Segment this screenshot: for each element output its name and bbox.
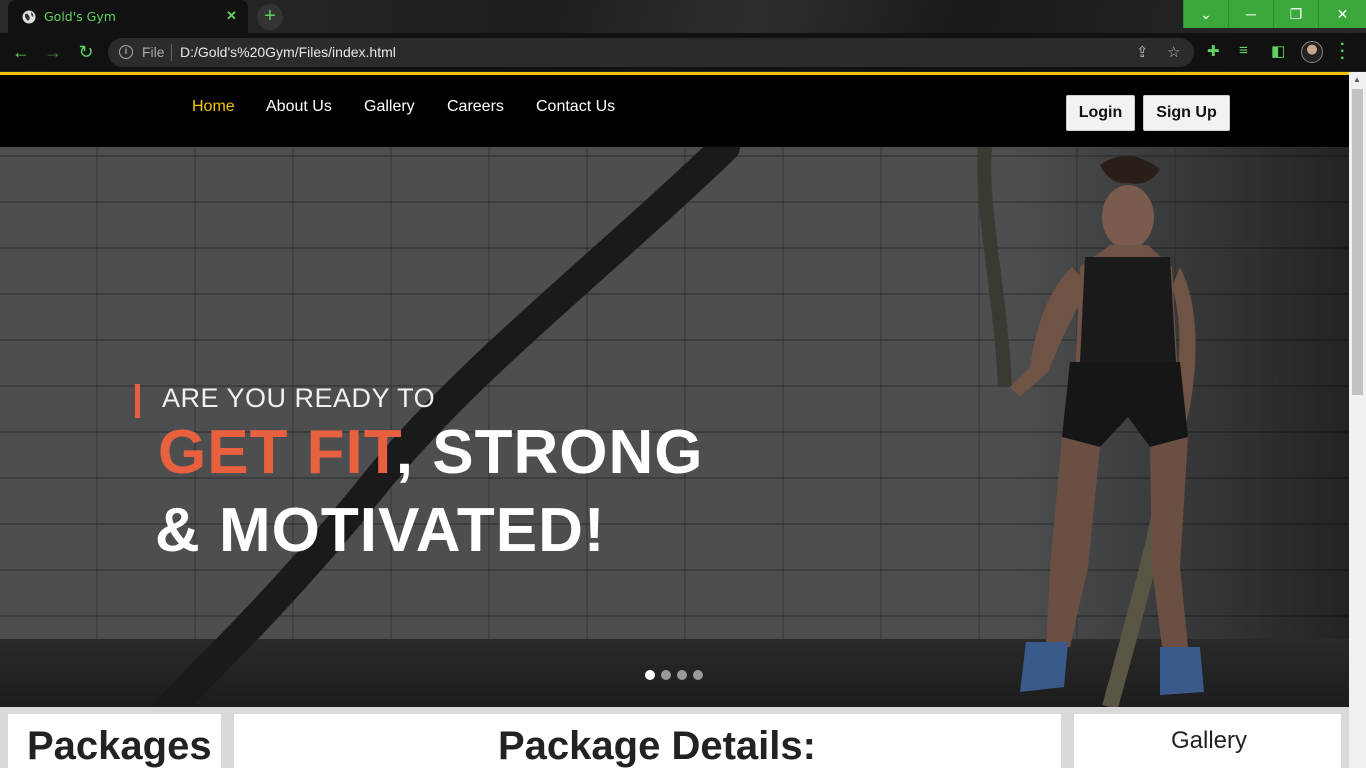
bookmark-star-icon[interactable]: ☆ xyxy=(1167,43,1180,61)
menu-kebab-icon[interactable]: · · · xyxy=(1340,37,1345,67)
package-details-title: Package Details: xyxy=(498,724,816,768)
login-button[interactable]: Login xyxy=(1066,95,1135,131)
side-panel-icon[interactable]: ◧ xyxy=(1271,42,1285,60)
packages-title: Packages xyxy=(27,724,212,768)
carousel-indicators xyxy=(645,670,703,680)
site-navbar: Home About Us Gallery Careers Contact Us… xyxy=(0,75,1349,147)
hero-headline-line1: GET FIT, STRONG xyxy=(158,417,703,488)
tab-search-button[interactable]: ⌄ xyxy=(1183,0,1228,28)
carousel-dot-3[interactable] xyxy=(677,670,687,680)
signup-button[interactable]: Sign Up xyxy=(1143,95,1230,131)
hero-carousel: ARE YOU READY TO GET FIT, STRONG & MOTIV… xyxy=(0,147,1349,707)
carousel-dot-2[interactable] xyxy=(661,670,671,680)
new-tab-button[interactable]: + xyxy=(257,4,283,30)
packages-card: Packages xyxy=(8,714,221,768)
browser-toolbar: ← → ↻ i File D:/Gold's%20Gym/Files/index… xyxy=(0,33,1366,71)
page-viewport: Home About Us Gallery Careers Contact Us… xyxy=(0,72,1349,768)
info-icon[interactable]: i xyxy=(119,45,133,59)
restore-button[interactable]: ❐ xyxy=(1273,0,1318,28)
scroll-thumb[interactable] xyxy=(1352,89,1363,395)
scroll-up-arrow-icon[interactable]: ▲ xyxy=(1353,75,1361,84)
browser-tab[interactable]: Gold's Gym ✕ xyxy=(8,0,248,33)
hero-headline-line2: & MOTIVATED! xyxy=(155,496,606,565)
hero-headline-accent: GET FIT xyxy=(158,418,396,487)
gallery-title: Gallery xyxy=(1171,727,1248,754)
carousel-dot-4[interactable] xyxy=(693,670,703,680)
nav-about-us[interactable]: About Us xyxy=(266,98,332,116)
share-icon[interactable]: ⇪ xyxy=(1136,43,1149,61)
nav-careers[interactable]: Careers xyxy=(447,98,504,116)
media-queue-icon[interactable]: ≡ xyxy=(1239,42,1248,59)
hero-headline-rest: , STRONG xyxy=(395,418,704,487)
forward-button[interactable]: → xyxy=(41,41,65,63)
package-details-card: Package Details: xyxy=(234,714,1061,768)
tab-title: Gold's Gym xyxy=(44,9,116,24)
extensions-puzzle-icon[interactable]: ✚ xyxy=(1207,42,1220,60)
hero-accent-bar xyxy=(135,384,140,418)
page-scrollbar[interactable]: ▲ xyxy=(1349,72,1366,768)
close-window-button[interactable]: ✕ xyxy=(1318,0,1366,28)
hero-tagline: ARE YOU READY TO xyxy=(162,383,436,413)
minimize-button[interactable]: ─ xyxy=(1228,0,1273,28)
carousel-dot-1[interactable] xyxy=(645,670,655,680)
nav-contact-us[interactable]: Contact Us xyxy=(536,98,615,116)
back-button[interactable]: ← xyxy=(9,41,33,63)
profile-avatar[interactable] xyxy=(1301,41,1323,63)
url-scheme: File xyxy=(142,44,165,60)
nav-gallery[interactable]: Gallery xyxy=(364,98,415,116)
url-text[interactable]: D:/Gold's%20Gym/Files/index.html xyxy=(180,44,396,60)
url-divider xyxy=(171,44,172,61)
reload-button[interactable]: ↻ xyxy=(74,41,98,63)
close-tab-icon[interactable]: ✕ xyxy=(226,8,237,24)
globe-icon xyxy=(22,10,36,24)
gallery-card: Gallery xyxy=(1074,714,1341,768)
tab-strip: Gold's Gym ✕ + ⌄ ─ ❐ ✕ xyxy=(0,0,1366,33)
browser-chrome: Gold's Gym ✕ + ⌄ ─ ❐ ✕ ← → ↻ i File D:/G… xyxy=(0,0,1366,72)
address-bar[interactable]: i File D:/Gold's%20Gym/Files/index.html … xyxy=(108,38,1194,67)
nav-home[interactable]: Home xyxy=(192,98,235,116)
